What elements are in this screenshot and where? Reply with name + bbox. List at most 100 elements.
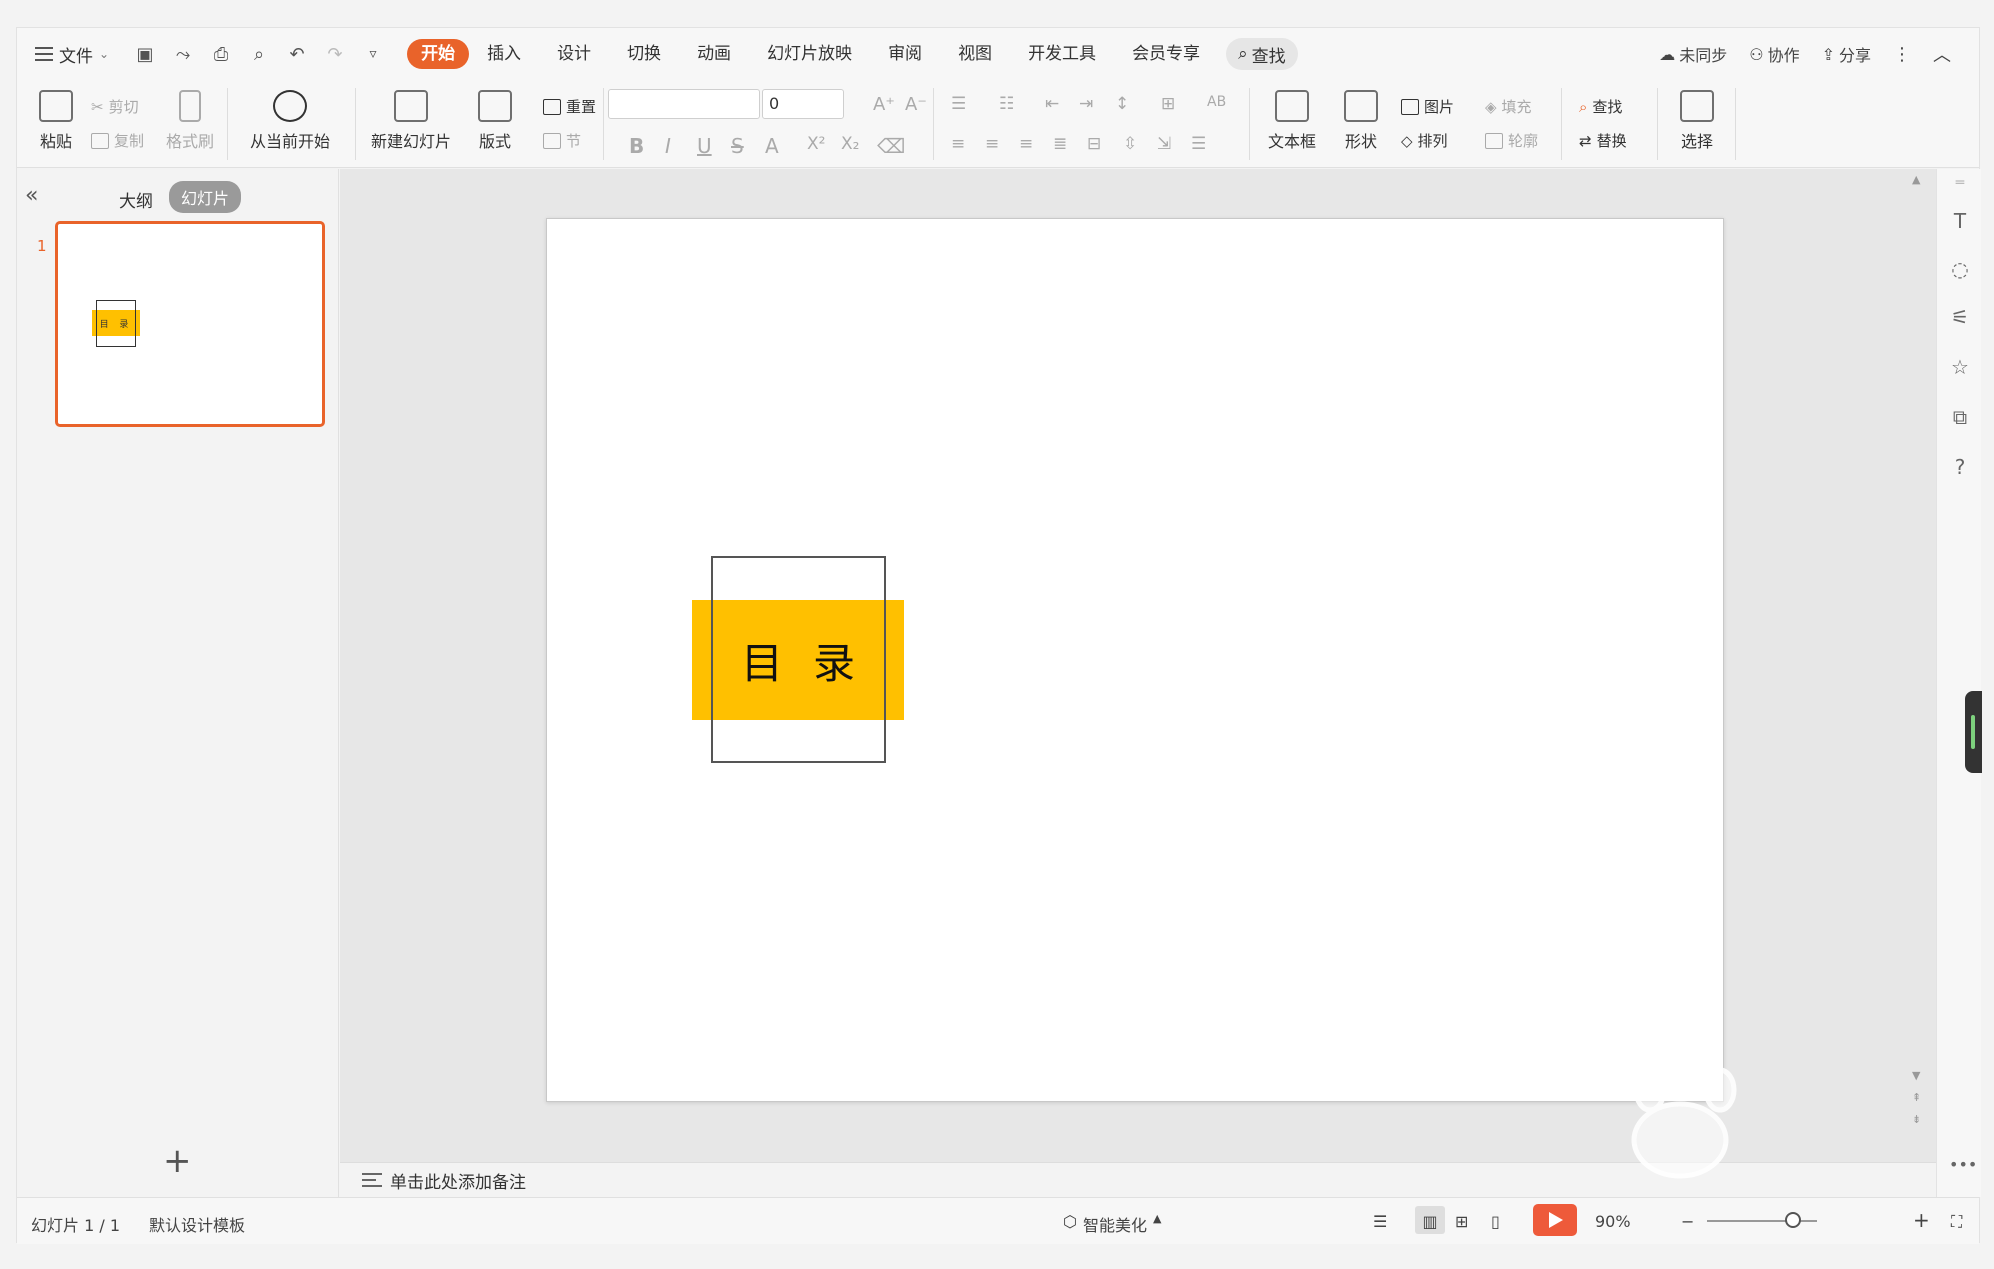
- print-icon[interactable]: ⎙: [209, 44, 233, 65]
- bullet-list-icon[interactable]: ☰: [951, 94, 966, 114]
- slide-sorter-icon[interactable]: ⊞: [1455, 1212, 1468, 1231]
- find-button[interactable]: ⌕ 查找: [1579, 96, 1622, 117]
- align-right-icon[interactable]: ≡: [1019, 134, 1033, 154]
- zoom-slider-knob[interactable]: [1785, 1212, 1801, 1228]
- normal-view-icon[interactable]: ▥: [1415, 1206, 1445, 1234]
- tab-insert[interactable]: 插入: [469, 39, 539, 69]
- sync-status-button[interactable]: ☁ 未同步: [1659, 42, 1727, 66]
- align-left-icon[interactable]: ≡: [951, 134, 965, 154]
- slide-transition-icon[interactable]: ⧉: [1949, 405, 1971, 429]
- clear-format-icon[interactable]: ⌫: [877, 134, 905, 158]
- zoom-level[interactable]: 90%: [1595, 1212, 1631, 1231]
- collapse-ribbon-icon[interactable]: ︿: [1933, 41, 1951, 67]
- paste-button[interactable]: 粘贴: [31, 90, 81, 152]
- collaborate-button[interactable]: ⚇ 协作: [1749, 42, 1799, 66]
- file-menu-button[interactable]: 文件 ⌄: [35, 42, 109, 67]
- tab-slides[interactable]: 幻灯片: [169, 181, 242, 213]
- scroll-up-icon[interactable]: ▲: [1912, 173, 1920, 186]
- lightbulb-icon[interactable]: ◌: [1949, 257, 1971, 281]
- more-horizontal-icon[interactable]: •••: [1949, 1155, 1977, 1174]
- slide-thumbnail[interactable]: 目 录: [55, 221, 325, 427]
- notes-toggle-icon[interactable]: ☰: [1373, 1212, 1387, 1231]
- prev-slide-icon[interactable]: ⇞: [1912, 1091, 1921, 1104]
- select-button[interactable]: 选择: [1669, 90, 1725, 152]
- font-color-icon[interactable]: A: [765, 134, 779, 158]
- decrease-indent-icon[interactable]: ⇤: [1045, 94, 1059, 114]
- list-options-icon[interactable]: ☰: [1191, 134, 1206, 154]
- font-size-select[interactable]: 0: [762, 89, 844, 119]
- star-icon[interactable]: ☆: [1949, 355, 1971, 379]
- undo-icon[interactable]: ↶: [285, 44, 309, 65]
- reading-view-icon[interactable]: ▯: [1491, 1212, 1500, 1231]
- tab-view[interactable]: 视图: [940, 39, 1010, 69]
- font-name-select[interactable]: [608, 89, 760, 119]
- italic-icon[interactable]: I: [665, 134, 671, 158]
- template-name[interactable]: 默认设计模板: [149, 1212, 245, 1236]
- align-center-icon[interactable]: ≡: [985, 134, 999, 154]
- indent-icon[interactable]: ⇲: [1157, 134, 1171, 154]
- text-box-button[interactable]: 文本框: [1259, 90, 1325, 152]
- outline-button[interactable]: 轮廓: [1485, 130, 1538, 151]
- vertical-scrollbar[interactable]: ▲ ▼ ⇞ ⇟: [1907, 169, 1929, 1162]
- layout-button[interactable]: 版式: [467, 90, 523, 152]
- increase-font-icon[interactable]: A⁺: [873, 94, 895, 115]
- collapse-pane-icon[interactable]: «: [25, 183, 38, 208]
- shape-button[interactable]: 形状: [1333, 90, 1389, 152]
- line-spacing-icon[interactable]: ↕: [1115, 94, 1129, 114]
- more-vertical-icon[interactable]: ⋮: [1893, 44, 1911, 65]
- tab-member[interactable]: 会员专享: [1114, 39, 1218, 69]
- text-style-icon[interactable]: T: [1949, 209, 1971, 233]
- picture-button[interactable]: 图片: [1401, 96, 1454, 117]
- save-icon[interactable]: ▣: [133, 44, 157, 65]
- print-preview-icon[interactable]: ⌕: [247, 44, 271, 65]
- tab-slideshow[interactable]: 幻灯片放映: [749, 39, 870, 69]
- side-panel-handle[interactable]: [1965, 691, 1982, 773]
- tab-design[interactable]: 设计: [539, 39, 609, 69]
- new-slide-button[interactable]: 新建幻灯片: [361, 90, 461, 152]
- next-slide-icon[interactable]: ⇟: [1912, 1113, 1921, 1126]
- customize-toolbar-icon[interactable]: ▿: [361, 46, 385, 62]
- copy-button[interactable]: 复制: [91, 130, 144, 151]
- tab-review[interactable]: 审阅: [870, 39, 940, 69]
- help-icon[interactable]: ?: [1949, 455, 1971, 479]
- reset-button[interactable]: 重置: [543, 96, 596, 117]
- numbered-list-icon[interactable]: ☷: [999, 94, 1014, 114]
- fill-button[interactable]: ◈ 填充: [1485, 96, 1532, 117]
- superscript-icon[interactable]: X²: [807, 134, 825, 154]
- start-from-current-button[interactable]: 从当前开始: [235, 90, 345, 152]
- convert-icon[interactable]: ⤳: [171, 44, 195, 65]
- justify-icon[interactable]: ≣: [1053, 134, 1067, 154]
- play-slideshow-button[interactable]: [1533, 1204, 1577, 1236]
- arrange-button[interactable]: ◇ 排列: [1401, 130, 1448, 151]
- slide-canvas[interactable]: 目录: [546, 218, 1724, 1102]
- settings-sliders-icon[interactable]: ⚟: [1949, 305, 1971, 329]
- tab-home[interactable]: 开始: [407, 39, 470, 69]
- replace-button[interactable]: ⇄ 替换: [1579, 130, 1627, 151]
- add-slide-icon[interactable]: +: [163, 1144, 192, 1178]
- increase-indent-icon[interactable]: ⇥: [1079, 94, 1093, 114]
- fit-window-icon[interactable]: ⛶: [1951, 1212, 1962, 1232]
- section-button[interactable]: 节: [543, 130, 581, 151]
- format-painter-button[interactable]: 格式刷: [163, 90, 217, 152]
- cut-button[interactable]: ✂ 剪切: [91, 96, 139, 117]
- tab-transition[interactable]: 切换: [609, 39, 679, 69]
- search-button[interactable]: ⌕ 查找: [1226, 38, 1298, 70]
- text-direction-icon[interactable]: ⊞: [1161, 94, 1175, 114]
- decrease-font-icon[interactable]: A⁻: [905, 94, 927, 115]
- text-columns-icon[interactable]: AB: [1207, 94, 1226, 110]
- strikethrough-icon[interactable]: S: [731, 134, 744, 158]
- scroll-down-icon[interactable]: ▼: [1912, 1069, 1920, 1082]
- subscript-icon[interactable]: X₂: [841, 134, 859, 154]
- share-button[interactable]: ⇪ 分享: [1822, 42, 1871, 66]
- drag-handle-icon[interactable]: ═: [1949, 175, 1971, 191]
- bold-icon[interactable]: B: [629, 134, 644, 158]
- para-spacing-icon[interactable]: ⇳: [1123, 134, 1137, 154]
- notes-pane[interactable]: 单击此处添加备注: [340, 1162, 1936, 1197]
- toc-frame-outline[interactable]: [711, 556, 886, 763]
- redo-icon[interactable]: ↷: [323, 44, 347, 65]
- underline-icon[interactable]: U: [697, 134, 712, 158]
- zoom-in-icon[interactable]: +: [1913, 1208, 1930, 1232]
- zoom-out-icon[interactable]: −: [1681, 1212, 1694, 1231]
- tab-developer[interactable]: 开发工具: [1010, 39, 1114, 69]
- tab-animation[interactable]: 动画: [679, 39, 749, 69]
